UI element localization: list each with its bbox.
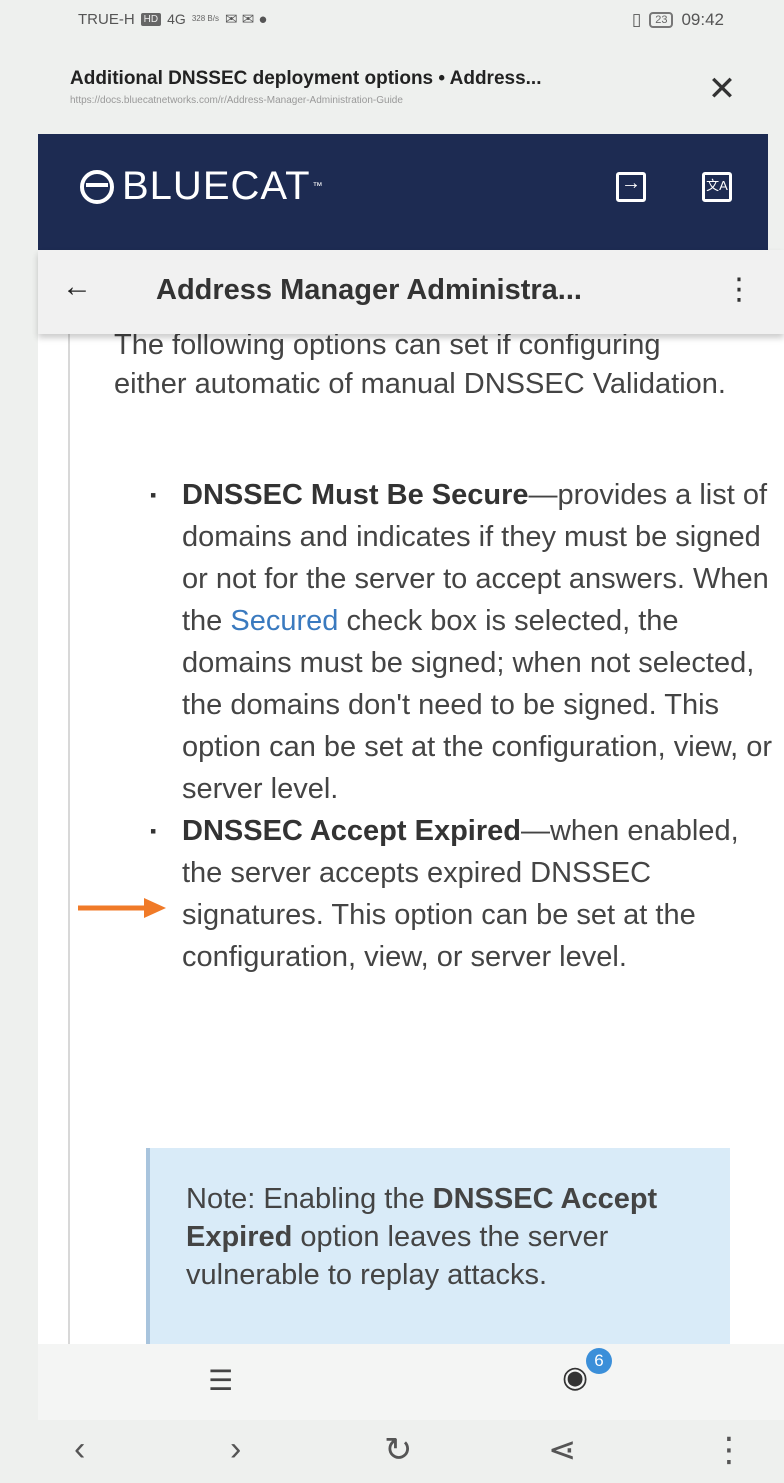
article-content: The following options can set if configu… [38, 334, 784, 1344]
status-right: ▯ 23 09:42 [632, 10, 724, 30]
logo-text: BLUECAT [122, 164, 311, 208]
table-of-contents-icon[interactable]: ☰ [208, 1364, 233, 1397]
status-bar: TRUE-H HD 4G 328 B/s ✉ ✉ ● ▯ 23 09:42 [0, 0, 784, 48]
option-list: DNSSEC Must Be Secure—provides a list of… [142, 474, 782, 978]
left-rule [68, 334, 70, 1344]
reading-mode-icon[interactable]: ◉ [562, 1360, 588, 1395]
notification-badge: 6 [586, 1348, 612, 1374]
status-left: TRUE-H HD 4G 328 B/s ✉ ✉ ● [78, 10, 268, 29]
option-term: DNSSEC Must Be Secure [182, 479, 529, 511]
note-prefix: Note: Enabling the [186, 1183, 433, 1215]
share-icon[interactable]: ⋖ [548, 1430, 577, 1470]
battery-icon: 23 [649, 12, 674, 28]
translate-icon[interactable]: 文A [702, 172, 732, 202]
login-icon[interactable] [616, 172, 646, 202]
vibrate-icon: ▯ [631, 10, 642, 29]
secured-link[interactable]: Secured [230, 605, 338, 637]
clock: 09:42 [681, 10, 724, 29]
list-item: DNSSEC Accept Expired—when enabled, the … [142, 810, 782, 978]
back-icon[interactable]: ‹ [74, 1430, 85, 1469]
bluecat-logo-icon [80, 169, 114, 204]
app-header: BLUECAT ™ 文A [38, 134, 768, 250]
breadcrumb-title[interactable]: Address Manager Administra... [156, 274, 582, 307]
forward-icon[interactable]: › [230, 1430, 241, 1469]
list-item: DNSSEC Must Be Secure—provides a list of… [142, 474, 782, 810]
bottom-toolbar: ☰ ◉ 6 [38, 1344, 784, 1420]
browser-nav-bar: ‹ › ↻ ⋖ ⋮ [0, 1420, 784, 1483]
breadcrumb: ← Address Manager Administra... ⋮ [38, 250, 784, 334]
bluecat-logo[interactable]: BLUECAT ™ [80, 164, 323, 209]
trademark-mark: ™ [312, 181, 323, 192]
note-callout: Note: Enabling the DNSSEC Accept Expired… [146, 1148, 730, 1344]
more-options-icon[interactable]: ⋮ [724, 272, 754, 307]
network-badge: HD [140, 12, 162, 26]
network-speed: 328 B/s [191, 14, 219, 23]
note-text: Note: Enabling the DNSSEC Accept Expired… [186, 1180, 716, 1294]
option-term: DNSSEC Accept Expired [182, 815, 521, 847]
page-title: Additional DNSSEC deployment options • A… [70, 68, 542, 89]
close-icon[interactable]: ✕ [704, 72, 740, 108]
signal-icon: 4G [167, 11, 186, 27]
notification-icon: ✉ ✉ ● [224, 11, 268, 28]
intro-paragraph: The following options can set if configu… [114, 334, 726, 400]
annotation-arrow-icon [78, 898, 166, 918]
reload-icon[interactable]: ↻ [384, 1430, 413, 1470]
back-arrow-icon[interactable]: ← [62, 270, 92, 304]
page-url[interactable]: https://docs.bluecatnetworks.com/r/Addre… [70, 95, 403, 106]
more-icon[interactable]: ⋮ [712, 1430, 746, 1470]
carrier-name: TRUE-H [78, 10, 135, 28]
url-bar: Additional DNSSEC deployment options • A… [0, 48, 784, 134]
